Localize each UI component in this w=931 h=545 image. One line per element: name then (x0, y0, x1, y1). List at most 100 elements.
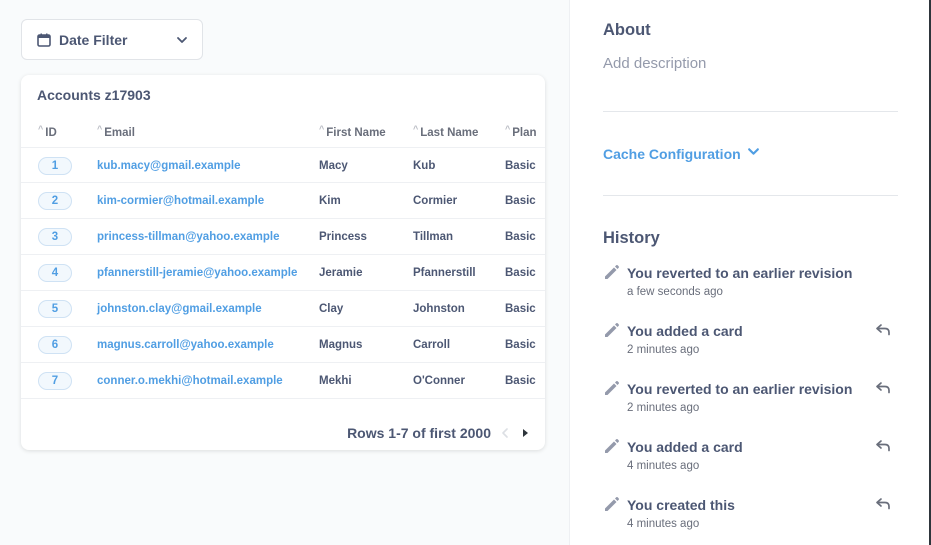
revert-arrow-icon[interactable] (875, 496, 891, 512)
plan-cell: Basic (505, 231, 536, 243)
row-id-pill[interactable]: 6 (38, 336, 72, 354)
table-card: Accounts z17903 ^ ID ^ Email ^ First Name ^… (21, 75, 545, 450)
sort-caret-icon: ^ (97, 124, 103, 134)
history-item-title: You added a card (627, 439, 743, 455)
column-header-last-name[interactable]: ^ Last Name (413, 119, 478, 147)
email-cell[interactable]: princess-tillman@yahoo.example (97, 219, 280, 255)
last-name-cell: Johnston (413, 303, 465, 315)
first-name-cell: Jeramie (319, 267, 363, 279)
email-cell[interactable]: kub.macy@gmail.example (97, 148, 241, 184)
row-id-pill[interactable]: 1 (38, 157, 72, 175)
card-title[interactable]: Accounts z17903 (37, 87, 151, 103)
table-body: 1 kub.macy@gmail.example Macy Kub Basic … (21, 147, 545, 399)
sort-caret-icon: ^ (505, 124, 511, 134)
sort-caret-icon: ^ (38, 124, 44, 134)
row-id-pill[interactable]: 5 (38, 300, 72, 318)
chevron-down-icon (176, 34, 188, 46)
history-item-time: 4 minutes ago (627, 460, 700, 472)
pencil-icon (603, 322, 620, 339)
about-heading: About (603, 21, 651, 39)
first-name-cell: Clay (319, 303, 344, 315)
last-name-cell: Carroll (413, 339, 451, 351)
history-item-title: You created this (627, 497, 735, 513)
table-row: 2 kim-cormier@hotmail.example Kim Cormie… (21, 183, 545, 219)
history-item-time: 2 minutes ago (627, 402, 700, 414)
cache-configuration-toggle[interactable]: Cache Configuration (603, 145, 760, 163)
history-item-title: You added a card (627, 323, 743, 339)
revert-arrow-icon[interactable] (875, 380, 891, 396)
email-cell[interactable]: johnston.clay@gmail.example (97, 291, 262, 327)
history-item: You added a card 4 minutes ago (603, 436, 903, 476)
pencil-icon (603, 438, 620, 455)
first-name-cell: Mekhi (319, 375, 352, 387)
plan-cell: Basic (505, 375, 536, 387)
history-item-title: You reverted to an earlier revision (627, 265, 853, 281)
email-cell[interactable]: pfannerstill-jeramie@yahoo.example (97, 255, 297, 291)
column-header-label: Plan (512, 127, 537, 139)
column-header-label: Email (104, 127, 135, 139)
first-name-cell: Kim (319, 195, 341, 207)
sort-caret-icon: ^ (319, 124, 325, 134)
date-filter-label: Date Filter (59, 31, 128, 48)
row-id-pill[interactable]: 2 (38, 192, 72, 210)
row-id-pill[interactable]: 7 (38, 372, 72, 390)
email-cell[interactable]: magnus.carroll@yahoo.example (97, 327, 274, 363)
column-header-label: ID (45, 127, 57, 139)
history-item: You reverted to an earlier revision a fe… (603, 262, 903, 302)
date-filter-button[interactable]: Date Filter (21, 19, 203, 60)
table-row: 4 pfannerstill-jeramie@yahoo.example Jer… (21, 255, 545, 291)
history-item-time: 2 minutes ago (627, 344, 700, 356)
table-row: 3 princess-tillman@yahoo.example Princes… (21, 219, 545, 255)
divider (603, 195, 898, 196)
last-name-cell: Tillman (413, 231, 454, 243)
history-heading: History (603, 229, 660, 247)
table-header: ^ ID ^ Email ^ First Name ^ Last Name ^ Plan (21, 119, 545, 147)
revert-arrow-icon[interactable] (875, 438, 891, 454)
last-name-cell: Pfannerstill (413, 267, 476, 279)
history-item: You added a card 2 minutes ago (603, 320, 903, 360)
history-item-title: You reverted to an earlier revision (627, 381, 853, 397)
dashboard-canvas: Date Filter Accounts z17903 ^ ID ^ Email ^… (0, 0, 569, 545)
first-name-cell: Princess (319, 231, 367, 243)
history-item-time: a few seconds ago (627, 286, 723, 298)
column-header-id[interactable]: ^ ID (38, 119, 57, 147)
table-row: 7 conner.o.mekhi@hotmail.example Mekhi O… (21, 363, 545, 399)
pagination: Rows 1-7 of first 2000 (347, 425, 531, 441)
chevron-down-icon (747, 145, 760, 163)
email-cell[interactable]: conner.o.mekhi@hotmail.example (97, 363, 283, 399)
cache-configuration-label: Cache Configuration (603, 146, 741, 162)
email-cell[interactable]: kim-cormier@hotmail.example (97, 183, 264, 219)
divider (603, 111, 898, 112)
first-name-cell: Magnus (319, 339, 363, 351)
revert-arrow-icon[interactable] (875, 322, 891, 338)
table-row: 5 johnston.clay@gmail.example Clay Johns… (21, 291, 545, 327)
column-header-email[interactable]: ^ Email (97, 119, 135, 147)
table-row: 6 magnus.carroll@yahoo.example Magnus Ca… (21, 327, 545, 363)
column-header-first-name[interactable]: ^ First Name (319, 119, 386, 147)
pencil-icon (603, 264, 620, 281)
last-name-cell: Cormier (413, 195, 458, 207)
description-input[interactable]: Add description (603, 55, 706, 72)
pencil-icon (603, 496, 620, 513)
last-name-cell: O'Conner (413, 375, 465, 387)
history-item: You created this 4 minutes ago (603, 494, 903, 534)
first-name-cell: Macy (319, 160, 348, 172)
plan-cell: Basic (505, 267, 536, 279)
table-row: 1 kub.macy@gmail.example Macy Kub Basic (21, 147, 545, 183)
calendar-icon (37, 33, 51, 47)
plan-cell: Basic (505, 303, 536, 315)
plan-cell: Basic (505, 339, 536, 351)
history-item: You reverted to an earlier revision 2 mi… (603, 378, 903, 418)
info-sidebar: About Add description Cache Configuratio… (569, 0, 931, 545)
next-page-icon[interactable] (519, 427, 531, 439)
pagination-label: Rows 1-7 of first 2000 (347, 425, 491, 441)
prev-page-icon[interactable] (499, 427, 511, 439)
column-header-plan[interactable]: ^ Plan (505, 119, 537, 147)
column-header-label: First Name (326, 127, 386, 139)
sort-caret-icon: ^ (413, 124, 419, 134)
plan-cell: Basic (505, 195, 536, 207)
column-header-label: Last Name (420, 127, 479, 139)
plan-cell: Basic (505, 160, 536, 172)
row-id-pill[interactable]: 4 (38, 264, 72, 282)
row-id-pill[interactable]: 3 (38, 228, 72, 246)
